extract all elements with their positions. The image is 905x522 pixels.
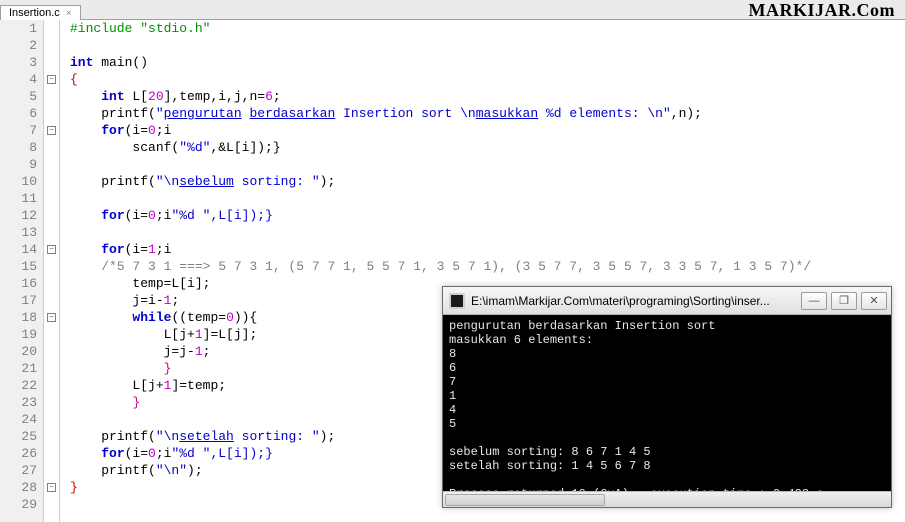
tab-label: Insertion.c [9, 7, 60, 19]
minimize-button[interactable]: — [801, 292, 827, 310]
window-buttons: — ❐ ✕ [801, 292, 887, 310]
maximize-button[interactable]: ❐ [831, 292, 857, 310]
fold-toggle[interactable]: − [47, 126, 56, 135]
fold-toggle[interactable]: − [47, 313, 56, 322]
fold-toggle[interactable]: − [47, 75, 56, 84]
console-title: E:\imam\Markijar.Com\materi\programing\S… [471, 294, 801, 308]
fold-toggle[interactable]: − [47, 245, 56, 254]
console-scrollbar[interactable] [443, 491, 891, 507]
console-window: E:\imam\Markijar.Com\materi\programing\S… [442, 286, 892, 508]
watermark-brand: MARKIJAR.Com [749, 0, 895, 21]
console-body[interactable]: pengurutan berdasarkan Insertion sort ma… [443, 315, 891, 491]
file-tab[interactable]: Insertion.c × [0, 5, 81, 20]
close-icon[interactable]: × [66, 8, 72, 19]
fold-toggle[interactable]: − [47, 483, 56, 492]
fold-column: − − − − − [44, 20, 60, 522]
console-titlebar[interactable]: E:\imam\Markijar.Com\materi\programing\S… [443, 287, 891, 315]
line-gutter: 1234567891011121314151617181920212223242… [0, 20, 44, 522]
console-appicon [449, 293, 465, 309]
scroll-thumb[interactable] [445, 494, 605, 506]
close-button[interactable]: ✕ [861, 292, 887, 310]
